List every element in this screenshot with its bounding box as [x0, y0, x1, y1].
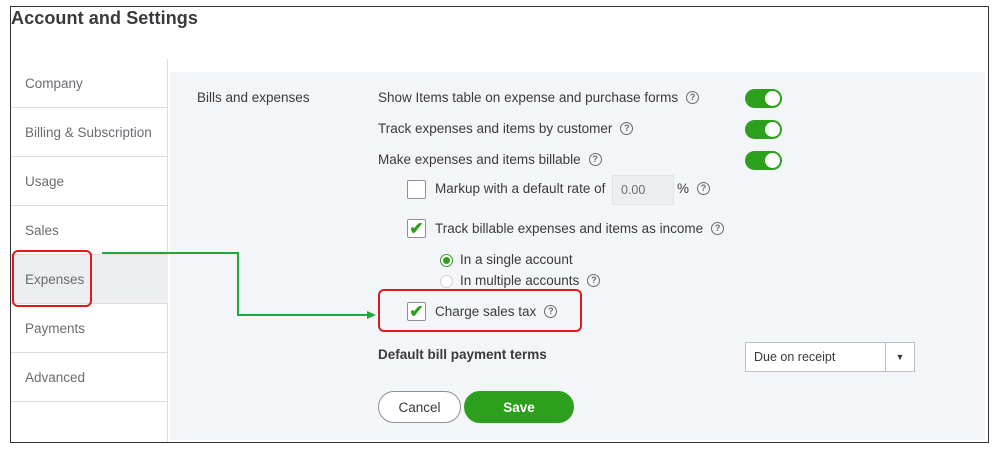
radio-single-account[interactable] [440, 254, 453, 267]
show-items-toggle[interactable] [745, 89, 782, 108]
section-title: Bills and expenses [197, 90, 310, 105]
help-icon[interactable]: ? [620, 122, 634, 135]
sidebar-item-billing[interactable]: Billing & Subscription [11, 108, 168, 157]
track-by-customer-toggle[interactable] [745, 120, 782, 139]
sidebar-item-label: Billing & Subscription [25, 124, 152, 140]
radio-single-label: In a single account [460, 252, 573, 267]
page-title: Account and Settings [11, 8, 199, 28]
markup-label-row: Markup with a default rate of [435, 181, 605, 196]
track-by-customer-row: Track expenses and items by customer ? [378, 121, 634, 136]
markup-checkbox[interactable] [407, 180, 426, 199]
track-income-label: Track billable expenses and items as inc… [435, 221, 704, 236]
radio-multiple-row: In multiple accounts ? [460, 273, 601, 288]
track-income-row: Track billable expenses and items as inc… [435, 221, 725, 236]
caret-down-icon[interactable]: ▼ [885, 343, 914, 371]
markup-rate-input[interactable] [612, 175, 674, 205]
radio-multiple-accounts[interactable] [440, 275, 453, 288]
sidebar-item-label: Payments [25, 320, 86, 336]
highlight-charge-sales-tax [378, 289, 582, 332]
sidebar-item-sales[interactable]: Sales [11, 206, 168, 255]
sidebar-item-label: Company [25, 75, 83, 91]
show-items-row: Show Items table on expense and purchase… [378, 90, 700, 105]
toggle-knob [765, 153, 780, 168]
help-icon[interactable]: ? [587, 274, 601, 287]
track-income-checkbox[interactable]: ✔ [407, 219, 426, 238]
save-button[interactable]: Save [464, 391, 574, 423]
sidebar-item-label: Advanced [25, 369, 86, 385]
sidebar-item-payments[interactable]: Payments [11, 304, 168, 353]
make-billable-toggle[interactable] [745, 151, 782, 170]
checkmark-icon: ✔ [409, 219, 424, 238]
percent-sign: % [677, 181, 690, 196]
markup-label: Markup with a default rate of [435, 181, 606, 196]
sidebar-item-advanced[interactable]: Advanced [11, 353, 168, 402]
help-icon[interactable]: ? [588, 153, 602, 166]
help-icon[interactable]: ? [711, 222, 725, 235]
sidebar-item-company[interactable]: Company [11, 59, 168, 108]
sidebar-item-usage[interactable]: Usage [11, 157, 168, 206]
help-icon[interactable]: ? [697, 182, 710, 195]
make-billable-label: Make expenses and items billable [378, 152, 581, 167]
radio-single-row: In a single account [460, 252, 573, 267]
make-billable-row: Make expenses and items billable ? [378, 152, 602, 167]
toggle-knob [765, 122, 780, 137]
help-icon[interactable]: ? [686, 91, 700, 104]
cancel-button[interactable]: Cancel [378, 391, 461, 423]
toggle-knob [765, 91, 780, 106]
payment-terms-value: Due on receipt [754, 350, 836, 364]
payment-terms-label: Default bill payment terms [378, 347, 547, 362]
radio-multiple-label: In multiple accounts [460, 273, 580, 288]
sidebar-item-label: Usage [25, 173, 65, 189]
highlight-expenses [12, 250, 92, 307]
payment-terms-select[interactable]: Due on receipt ▼ [745, 342, 915, 372]
show-items-label: Show Items table on expense and purchase… [378, 90, 679, 105]
sidebar-item-label: Sales [25, 222, 59, 238]
track-by-customer-label: Track expenses and items by customer [378, 121, 613, 136]
